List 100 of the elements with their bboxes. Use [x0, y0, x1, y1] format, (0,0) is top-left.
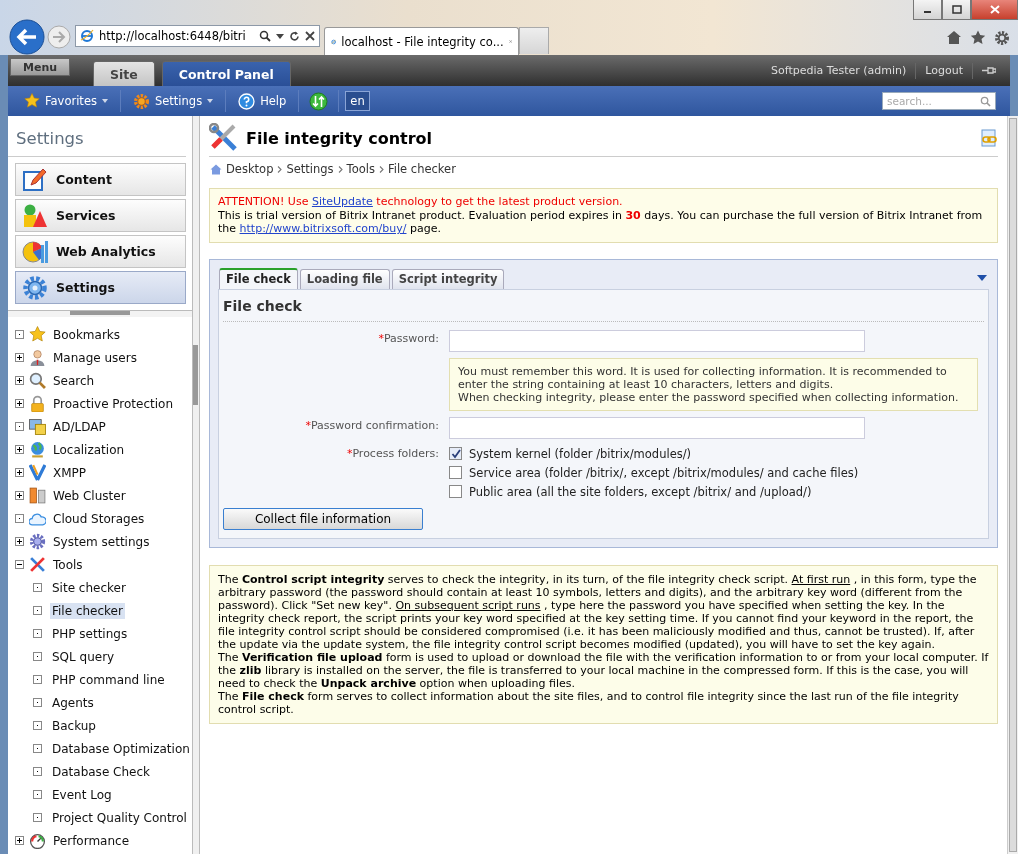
tree-item[interactable]: Cloud Storages — [15, 507, 192, 530]
tree-item[interactable]: Proactive Protection — [15, 392, 192, 415]
toolbar-menu[interactable]: Help — [232, 92, 293, 110]
tools-icon — [209, 123, 239, 153]
expand-icon[interactable] — [15, 537, 24, 546]
address-bar[interactable]: http://localhost:6448/bitri — [75, 25, 320, 47]
breadcrumb-link[interactable]: Desktop — [226, 162, 274, 176]
breadcrumb-link[interactable]: Tools — [346, 162, 375, 176]
person-icon — [29, 349, 46, 366]
breadcrumb-link[interactable]: File checker — [387, 162, 456, 176]
tree-item[interactable]: Database Optimization — [15, 737, 192, 760]
close-icon[interactable] — [305, 31, 315, 41]
leaf-icon — [33, 698, 42, 707]
tree-item[interactable]: Bookmarks — [15, 323, 192, 346]
search-icon[interactable] — [259, 30, 271, 42]
checkbox-label: Public area (all the site folders, except /bitrix/ and /upload/) — [469, 484, 812, 499]
tree-item[interactable]: System settings — [15, 530, 192, 553]
browser-tab[interactable]: localhost - File integrity co... — [324, 27, 519, 55]
menu-button[interactable]: Menu — [10, 58, 71, 76]
tree-item[interactable]: Performance — [15, 829, 192, 852]
section-button[interactable]: Services — [15, 199, 186, 232]
leaf-icon[interactable] — [15, 514, 24, 523]
siteupdate-link[interactable]: SiteUpdate — [311, 195, 373, 208]
expand-icon[interactable] — [15, 353, 24, 362]
maximize-button[interactable] — [942, 0, 971, 20]
star-icon[interactable] — [970, 30, 986, 45]
user-name[interactable]: Softpedia Tester (admin) — [771, 64, 907, 77]
expand-icon[interactable] — [15, 445, 24, 454]
checkbox[interactable] — [449, 466, 462, 479]
checkbox[interactable] — [449, 485, 462, 498]
section-button[interactable]: Web Analytics — [15, 235, 186, 268]
tree-item[interactable]: AD/LDAP — [15, 415, 192, 438]
close-window-button[interactable] — [971, 0, 1018, 20]
tree-item[interactable]: Project Quality Control — [15, 806, 192, 829]
tree-item[interactable]: Search — [15, 369, 192, 392]
tools-icon — [29, 556, 46, 573]
logout-link[interactable]: Logout — [925, 64, 963, 77]
collapse-handle[interactable] — [70, 311, 130, 315]
section-button[interactable]: Content — [15, 163, 186, 196]
tree-item[interactable]: Site checker — [15, 576, 192, 599]
tree-item[interactable]: Manage users — [15, 346, 192, 369]
form-tab[interactable]: Loading file — [299, 268, 390, 289]
tree-item[interactable]: Tools — [15, 553, 192, 576]
dropdown-icon[interactable] — [977, 275, 987, 281]
panel-tab[interactable]: Site — [93, 61, 155, 86]
home-icon[interactable] — [946, 30, 962, 45]
resize-handle[interactable] — [193, 345, 198, 405]
tree-item[interactable]: PHP command line — [15, 668, 192, 691]
expand-icon[interactable] — [15, 376, 24, 385]
expand-icon[interactable] — [15, 399, 24, 408]
form-tab[interactable]: Script integrity — [391, 268, 505, 289]
password-field[interactable] — [449, 329, 865, 352]
refresh-icon[interactable] — [289, 30, 300, 42]
toolbar-menu[interactable]: Favorites — [18, 93, 114, 109]
update-icon[interactable] — [309, 91, 329, 111]
chevron-icon — [277, 165, 283, 173]
hint-text: You must remember this word. It is used for collecting information. It is recommended to enter the string containing at least 10 characters, letters and digits. — [458, 364, 948, 391]
collect-button[interactable]: Collect file information — [223, 507, 423, 530]
expand-icon[interactable] — [15, 491, 24, 500]
minimize-button[interactable] — [913, 0, 942, 20]
panel-tab[interactable]: Control Panel — [161, 61, 291, 86]
page-title: File integrity control — [246, 128, 433, 148]
password-confirmation-field[interactable] — [449, 416, 865, 439]
language-button[interactable]: en — [345, 91, 370, 111]
tree-item[interactable]: Web Cluster — [15, 484, 192, 507]
gear-icon — [132, 92, 150, 110]
purchase-link[interactable]: http://www.bitrixsoft.com/buy/ — [239, 222, 407, 235]
help-paragraph: The Verification file upload form is used to upload or download the file with the verification information to or from your local computer. If the zlib library is installed on the server, the file is transferred to your local machine in the compressed form. If this is the case, you will need to check the Unpack archive option when uploading files. — [218, 650, 989, 690]
leaf-icon[interactable] — [15, 330, 24, 339]
section-button[interactable]: Settings — [15, 271, 186, 304]
shapes-icon — [22, 202, 48, 229]
help-icon — [238, 92, 256, 110]
breadcrumb-link[interactable]: Settings — [286, 162, 334, 176]
gauge-icon — [29, 832, 46, 849]
leaf-icon[interactable] — [15, 422, 24, 431]
search-field[interactable]: search... — [882, 92, 996, 110]
tree-item[interactable]: Backup — [15, 714, 192, 737]
checkbox[interactable] — [449, 447, 462, 460]
magnifier-icon — [29, 372, 46, 389]
settings-icon[interactable] — [994, 30, 1010, 46]
pin-icon[interactable] — [982, 66, 996, 75]
tree-item[interactable]: Database Check — [15, 760, 192, 783]
scrollbar[interactable] — [1007, 116, 1018, 854]
field-label: *Password: — [377, 330, 439, 347]
collapse-icon[interactable] — [15, 560, 24, 569]
tree-item[interactable]: Agents — [15, 691, 192, 714]
hint-text: When checking integrity, please enter the password specified when collecting information. — [458, 390, 960, 404]
dropdown-icon[interactable] — [276, 33, 284, 39]
expand-icon[interactable] — [15, 468, 24, 477]
tree-item[interactable]: Localization — [15, 438, 192, 461]
toolbar-menu[interactable]: Settings — [126, 92, 220, 110]
leaf-icon — [33, 583, 42, 592]
tree-item[interactable]: Event Log — [15, 783, 192, 806]
tree-item[interactable]: PHP settings — [15, 622, 192, 645]
tree-item[interactable]: XMPP — [15, 461, 192, 484]
tree-item[interactable]: File checker — [15, 599, 192, 622]
tree-item[interactable]: SQL query — [15, 645, 192, 668]
expand-icon[interactable] — [15, 836, 24, 845]
back-button[interactable] — [8, 18, 46, 56]
form-tab[interactable]: File check — [219, 267, 298, 289]
